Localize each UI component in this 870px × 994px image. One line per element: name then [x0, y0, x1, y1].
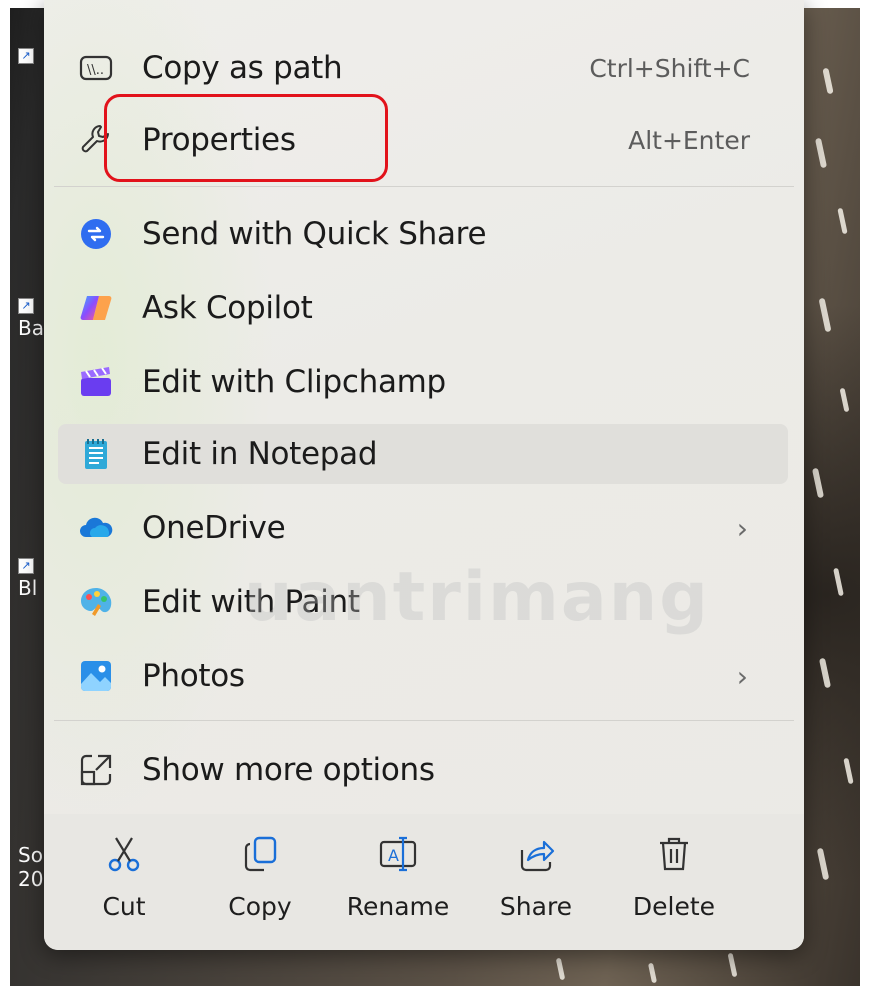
trash-icon [654, 834, 694, 878]
paint-icon [78, 584, 130, 620]
svg-text:\\..: \\.. [87, 63, 104, 78]
menu-separator [54, 720, 794, 721]
menu-item-label: Send with Quick Share [142, 216, 487, 252]
action-label: Cut [102, 892, 146, 921]
chevron-right-icon: › [736, 659, 748, 693]
show-more-icon [78, 752, 130, 788]
desktop-shortcut[interactable]: So 20 [18, 843, 43, 891]
desktop-label: Bl [18, 576, 38, 600]
rename-icon: A [378, 834, 418, 878]
menu-item-quick-share[interactable]: Send with Quick Share [58, 204, 788, 264]
menu-item-copy-as-path[interactable]: \\.. Copy as path Ctrl+Shift+C [58, 38, 788, 98]
photos-icon [78, 658, 130, 694]
action-bar: Cut Copy A Rename Share Delete [44, 814, 804, 950]
menu-item-ask-copilot[interactable]: Ask Copilot [58, 278, 788, 338]
shortcut-text: Alt+Enter [628, 125, 750, 155]
delete-button[interactable]: Delete [614, 834, 734, 921]
chevron-right-icon: › [736, 511, 748, 545]
action-label: Share [499, 892, 573, 921]
menu-item-label: Photos [142, 658, 245, 694]
action-label: Copy [228, 892, 292, 921]
scissors-icon [104, 834, 144, 878]
onedrive-icon [78, 510, 130, 546]
watermark: uantrimang [244, 558, 710, 637]
menu-item-label: Show more options [142, 752, 435, 788]
copilot-icon [78, 290, 130, 326]
rename-button[interactable]: A Rename [338, 834, 458, 921]
desktop-label: So [18, 843, 43, 867]
menu-item-label: OneDrive [142, 510, 286, 546]
svg-text:A: A [388, 846, 399, 865]
highlight-box [104, 94, 388, 182]
desktop-label: 20 [18, 867, 44, 891]
menu-item-onedrive[interactable]: OneDrive › [58, 498, 788, 558]
menu-item-clipchamp[interactable]: Edit with Clipchamp [58, 352, 788, 412]
menu-item-photos[interactable]: Photos › [58, 646, 788, 706]
cut-button[interactable]: Cut [64, 834, 184, 921]
menu-item-label: Copy as path [142, 50, 343, 86]
share-button[interactable]: Share [476, 834, 596, 921]
share-icon [516, 834, 556, 878]
quick-share-icon [78, 216, 130, 252]
desktop-label: Ba [18, 316, 44, 340]
desktop-shortcut[interactable]: ↗ Bl [18, 558, 37, 600]
menu-item-label: Ask Copilot [142, 290, 313, 326]
action-label: Rename [346, 892, 450, 921]
copy-path-icon: \\.. [78, 50, 130, 86]
desktop-shortcut[interactable]: ↗ [18, 48, 34, 66]
action-label: Delete [632, 892, 716, 921]
desktop-shortcut[interactable]: ↗ Ba [18, 298, 44, 340]
copy-button[interactable]: Copy [200, 834, 320, 921]
clipchamp-icon [78, 364, 130, 400]
menu-separator [54, 186, 794, 187]
menu-item-notepad[interactable]: Edit in Notepad [58, 424, 788, 484]
menu-item-label: Edit in Notepad [142, 436, 378, 472]
notepad-icon [78, 436, 130, 472]
shortcut-text: Ctrl+Shift+C [589, 53, 750, 83]
menu-item-show-more-options[interactable]: Show more options [58, 740, 788, 800]
copy-icon [240, 834, 280, 878]
context-menu: \\.. Copy as path Ctrl+Shift+C Propertie… [44, 0, 804, 950]
menu-item-label: Edit with Clipchamp [142, 364, 446, 400]
